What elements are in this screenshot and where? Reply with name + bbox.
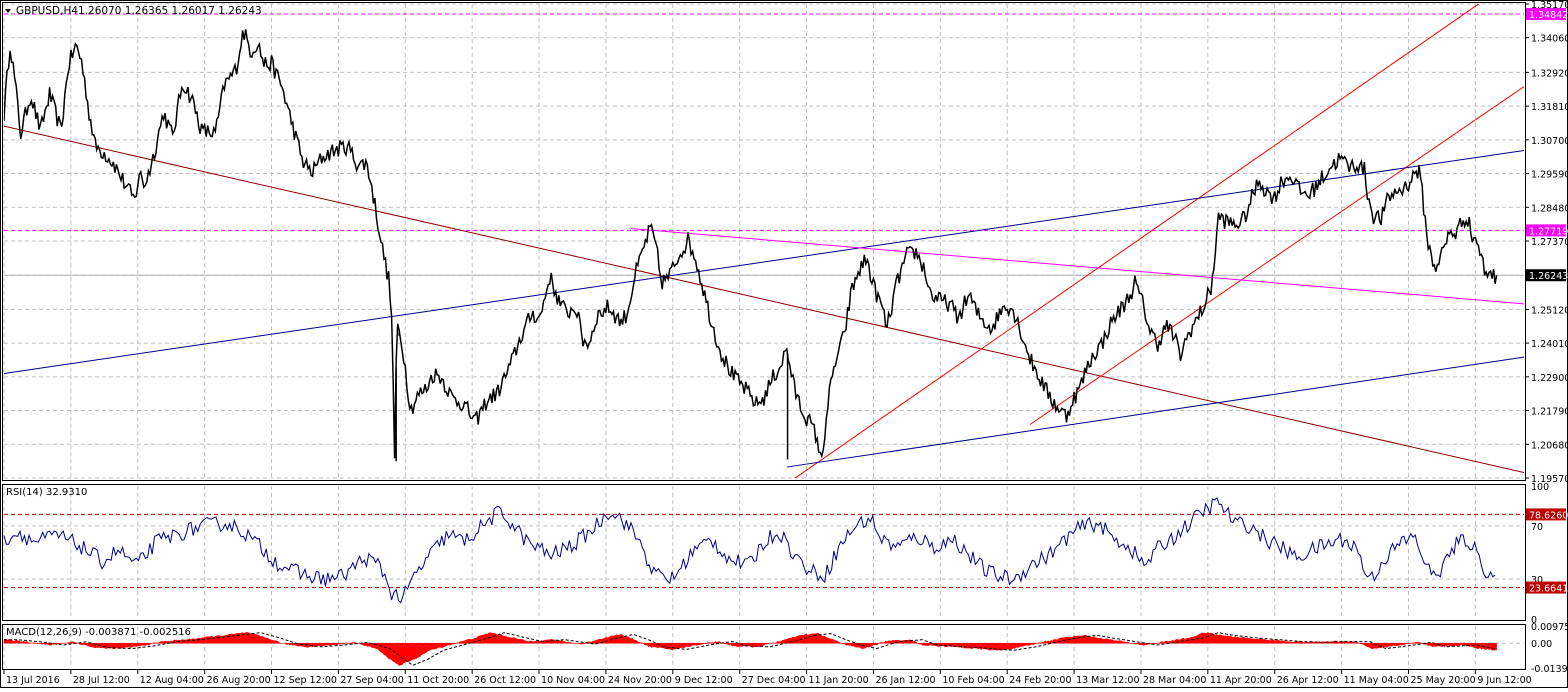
price-tick-label-13: 1.20680 [1531,440,1568,451]
price-tick-label-5: 1.29590 [1531,170,1568,181]
time-tick-label-3: 26 Aug 20:00 [207,675,271,686]
time-tick-label-6: 11 Oct 20:00 [407,675,469,686]
macd-label: MACD(12,26,9) -0.003871 -0.002516 [6,627,191,638]
time-tick-label-4: 12 Sep 12:00 [274,675,337,686]
price-level-label-0: 1.34842 [1529,10,1568,21]
price-tick-label-10: 1.24010 [1531,339,1568,350]
rsi-level-label-0: 78.6260 [1529,510,1568,521]
price-tick-label-6: 1.28480 [1531,203,1568,214]
price-tick-label-3: 1.31810 [1531,102,1568,113]
macd-tick-label-1: 0.00 [1531,639,1552,650]
price-axis[interactable]: 1.351701.340601.329201.318101.307001.295… [1525,0,1568,485]
price-level-label-2: 1.26243 [1529,271,1568,282]
macd-tick-label-2: -0.013996 [1531,664,1568,675]
time-tick-label-20: 11 May 04:00 [1344,675,1409,686]
time-tick-label-2: 12 Aug 04:00 [140,675,204,686]
time-tick-label-7: 26 Oct 12:00 [474,675,536,686]
price-level-label-1: 1.27719 [1529,226,1568,237]
rsi-level-label-1: 23.6641 [1529,584,1568,595]
time-tick-label-14: 10 Feb 04:00 [942,675,1004,686]
price-tick-label-2: 1.32920 [1531,68,1568,79]
chart-window[interactable]: 1.351701.340601.329201.318101.307001.295… [0,0,1568,688]
price-tick-label-11: 1.22900 [1531,373,1568,384]
time-tick-label-12: 11 Jan 20:00 [809,675,869,686]
price-tick-label-7: 1.27370 [1531,237,1568,248]
price-tick-label-4: 1.30700 [1531,136,1568,147]
time-tick-label-21: 25 May 20:00 [1410,675,1475,686]
time-tick-label-17: 28 Mar 04:00 [1143,675,1206,686]
time-tick-label-22: 9 Jun 12:00 [1477,675,1531,686]
time-tick-label-15: 24 Feb 20:00 [1009,675,1071,686]
chart-frame [1,1,1568,688]
rsi-tick-label-0: 100 [1531,482,1549,493]
time-tick-label-13: 26 Jan 12:00 [875,675,935,686]
price-tick-label-1: 1.34060 [1531,34,1568,45]
time-tick-label-8: 10 Nov 04:00 [541,675,605,686]
time-tick-label-19: 26 Apr 12:00 [1277,675,1339,686]
time-tick-label-16: 13 Mar 12:00 [1076,675,1139,686]
rsi-tick-label-1: 70 [1531,522,1543,533]
time-tick-label-11: 27 Dec 04:00 [742,675,806,686]
macd-tick-label-0: 0.009754 [1531,622,1568,633]
price-tick-label-12: 1.21790 [1531,407,1568,418]
time-tick-label-1: 28 Jul 12:00 [73,675,130,686]
chart-header: GBPUSD,H4 1.26070 1.26365 1.26017 1.2624… [5,5,262,17]
rsi-label: RSI(14) 32.9310 [6,487,87,498]
time-tick-label-10: 9 Dec 12:00 [675,675,733,686]
time-tick-label-0: 13 Jul 2016 [6,675,60,686]
trading-chart[interactable]: 1.351701.340601.329201.318101.307001.295… [0,0,1568,688]
ohlc-values: 1.26070 1.26365 1.26017 1.26243 [78,5,262,17]
time-tick-label-9: 24 Nov 20:00 [608,675,672,686]
price-tick-label-9: 1.25120 [1531,305,1568,316]
time-tick-label-18: 11 Apr 20:00 [1210,675,1272,686]
time-tick-label-5: 27 Sep 04:00 [340,675,403,686]
symbol-label: GBPUSD,H4 [16,5,78,17]
